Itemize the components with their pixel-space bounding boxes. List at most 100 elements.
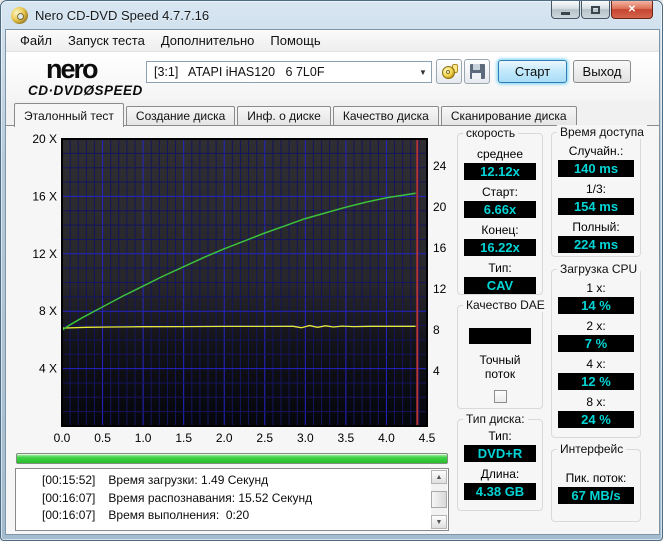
benchmark-panel: 20 X16 X12 X8 X4 X24201612840.00.51.01.5…: [6, 125, 659, 534]
dae-groupbox-title: Качество DAE: [463, 298, 548, 312]
svg-text:0.5: 0.5: [94, 431, 111, 445]
title-bar[interactable]: Nero CD-DVD Speed 4.7.7.16 ✕: [1, 1, 663, 29]
interface-groupbox: Интерфейс Пик. поток: 67 MB/s: [551, 449, 641, 522]
menu-help[interactable]: Помощь: [262, 30, 328, 51]
disc-type-groupbox: Тип диска: Тип: DVD+R Длина: 4.38 GB: [457, 419, 543, 511]
save-button[interactable]: [464, 59, 490, 84]
minimize-icon: [561, 12, 570, 15]
svg-text:3.5: 3.5: [338, 431, 355, 445]
close-button[interactable]: ✕: [611, 1, 653, 19]
tab-benchmark[interactable]: Эталонный тест: [14, 103, 124, 127]
scrollbar-thumb[interactable]: [431, 491, 447, 508]
exit-button[interactable]: Выход: [573, 60, 631, 83]
minimize-button[interactable]: [551, 1, 580, 19]
disc-length-value: 4.38 GB: [464, 483, 536, 500]
accurate-stream-label: Точный: [479, 353, 520, 367]
svg-text:8 X: 8 X: [39, 304, 57, 318]
speed-groupbox: скорость среднее 12.12x Старт: 6.66x Кон…: [457, 133, 543, 295]
menu-bar: Файл Запуск теста Дополнительно Помощь: [6, 30, 659, 52]
interface-groupbox-title: Интерфейс: [557, 442, 626, 456]
nero-logo: nero CD·DVDØSPEED: [28, 56, 163, 98]
speed-type-label: Тип:: [488, 261, 511, 275]
cpu-2x-label: 2 x:: [586, 319, 605, 333]
drive-select-value: [3:1] ATAPI iHAS120 6 7L0F: [147, 65, 415, 79]
tab-create-disc[interactable]: Создание диска: [126, 106, 235, 126]
log-entry: [00:16:07] Время выполнения: 0:20: [42, 507, 448, 525]
cpu-groupbox-title: Загрузка CPU: [557, 262, 640, 276]
disc-length-label: Длина:: [481, 467, 519, 481]
end-speed-label: Конец:: [481, 223, 518, 237]
svg-text:1.0: 1.0: [135, 431, 152, 445]
eject-disc-button[interactable]: [436, 59, 462, 84]
svg-text:4 X: 4 X: [39, 362, 57, 376]
svg-text:16: 16: [433, 241, 447, 255]
speed-type-value: CAV: [464, 277, 536, 294]
window-body: Файл Запуск теста Дополнительно Помощь n…: [5, 29, 660, 535]
random-access-label: Случайн.:: [569, 144, 624, 158]
svg-text:1.5: 1.5: [175, 431, 192, 445]
accurate-stream-label: поток: [485, 367, 515, 381]
cpu-usage-groupbox: Загрузка CPU 1 x: 14 % 2 x: 7 % 4 x: 12 …: [551, 269, 641, 438]
svg-text:24: 24: [433, 159, 447, 173]
cpu-8x-label: 8 x:: [586, 395, 605, 409]
log-scrollbar[interactable]: ▲ ▼: [431, 470, 447, 529]
average-speed-label: среднее: [477, 147, 523, 161]
average-speed-value: 12.12x: [464, 163, 536, 180]
scroll-down-icon[interactable]: ▼: [431, 515, 447, 529]
cpu-8x-value: 24 %: [558, 411, 634, 428]
disc-type-label: Тип:: [488, 429, 511, 443]
menu-run-test[interactable]: Запуск теста: [60, 30, 153, 51]
tab-disc-info[interactable]: Инф. о диске: [237, 106, 331, 126]
peak-rate-label: Пик. поток:: [566, 471, 627, 485]
peak-rate-value: 67 MB/s: [558, 487, 634, 504]
svg-text:12 X: 12 X: [32, 247, 57, 261]
maximize-button[interactable]: [581, 1, 610, 19]
svg-text:2.0: 2.0: [216, 431, 233, 445]
cpu-4x-label: 4 x:: [586, 357, 605, 371]
menu-file[interactable]: Файл: [12, 30, 60, 51]
speed-groupbox-title: скорость: [463, 126, 518, 140]
end-speed-value: 16.22x: [464, 239, 536, 256]
progress-bar: [16, 453, 448, 464]
cpu-1x-value: 14 %: [558, 297, 634, 314]
disc-hand-icon: [441, 64, 458, 80]
tab-disc-quality[interactable]: Качество диска: [333, 106, 439, 126]
scroll-up-icon[interactable]: ▲: [431, 470, 447, 484]
log-entry: [00:16:07] Время распознавания: 15.52 Се…: [42, 490, 448, 508]
dae-quality-groupbox: Качество DAE Точный поток: [457, 305, 543, 409]
svg-text:4: 4: [433, 364, 440, 378]
menu-extra[interactable]: Дополнительно: [153, 30, 263, 51]
full-access-label: Полный:: [572, 220, 619, 234]
save-icon: [470, 64, 485, 79]
window-title: Nero CD-DVD Speed 4.7.7.16: [35, 8, 209, 23]
full-access-value: 224 ms: [558, 236, 634, 253]
log-entry: [00:15:52] Время загрузки: 1.49 Секунд: [42, 472, 448, 490]
cpu-4x-value: 12 %: [558, 373, 634, 390]
svg-text:20: 20: [433, 200, 447, 214]
dae-quality-value: [469, 328, 531, 344]
svg-text:4.5: 4.5: [419, 431, 436, 445]
toolbar: nero CD·DVDØSPEED [3:1] ATAPI iHAS120 6 …: [6, 52, 659, 101]
start-speed-value: 6.66x: [464, 201, 536, 218]
third-access-value: 154 ms: [558, 198, 634, 215]
drive-select[interactable]: [3:1] ATAPI iHAS120 6 7L0F ▼: [146, 61, 432, 83]
svg-text:20 X: 20 X: [32, 132, 57, 146]
chevron-down-icon: ▼: [415, 68, 431, 77]
disc-type-value: DVD+R: [464, 445, 536, 462]
maximize-icon: [591, 6, 600, 14]
tab-scan-disc[interactable]: Сканирование диска: [441, 106, 577, 126]
start-button[interactable]: Старт: [498, 60, 567, 83]
disc-groupbox-title: Тип диска:: [463, 412, 528, 426]
accurate-stream-checkbox[interactable]: [494, 390, 507, 403]
access-groupbox-title: Время доступа: [557, 125, 647, 139]
cpu-2x-value: 7 %: [558, 335, 634, 352]
random-access-value: 140 ms: [558, 160, 634, 177]
log-box[interactable]: [00:15:52] Время загрузки: 1.49 Секунд […: [15, 468, 449, 531]
svg-text:2.5: 2.5: [256, 431, 273, 445]
svg-text:0.0: 0.0: [54, 431, 71, 445]
cddvdspeed-logo-text: CD·DVDØSPEED: [28, 84, 163, 98]
svg-text:12: 12: [433, 282, 447, 296]
tab-strip: Эталонный тест Создание диска Инф. о дис…: [6, 101, 659, 126]
svg-text:8: 8: [433, 323, 440, 337]
third-access-label: 1/3:: [586, 182, 606, 196]
